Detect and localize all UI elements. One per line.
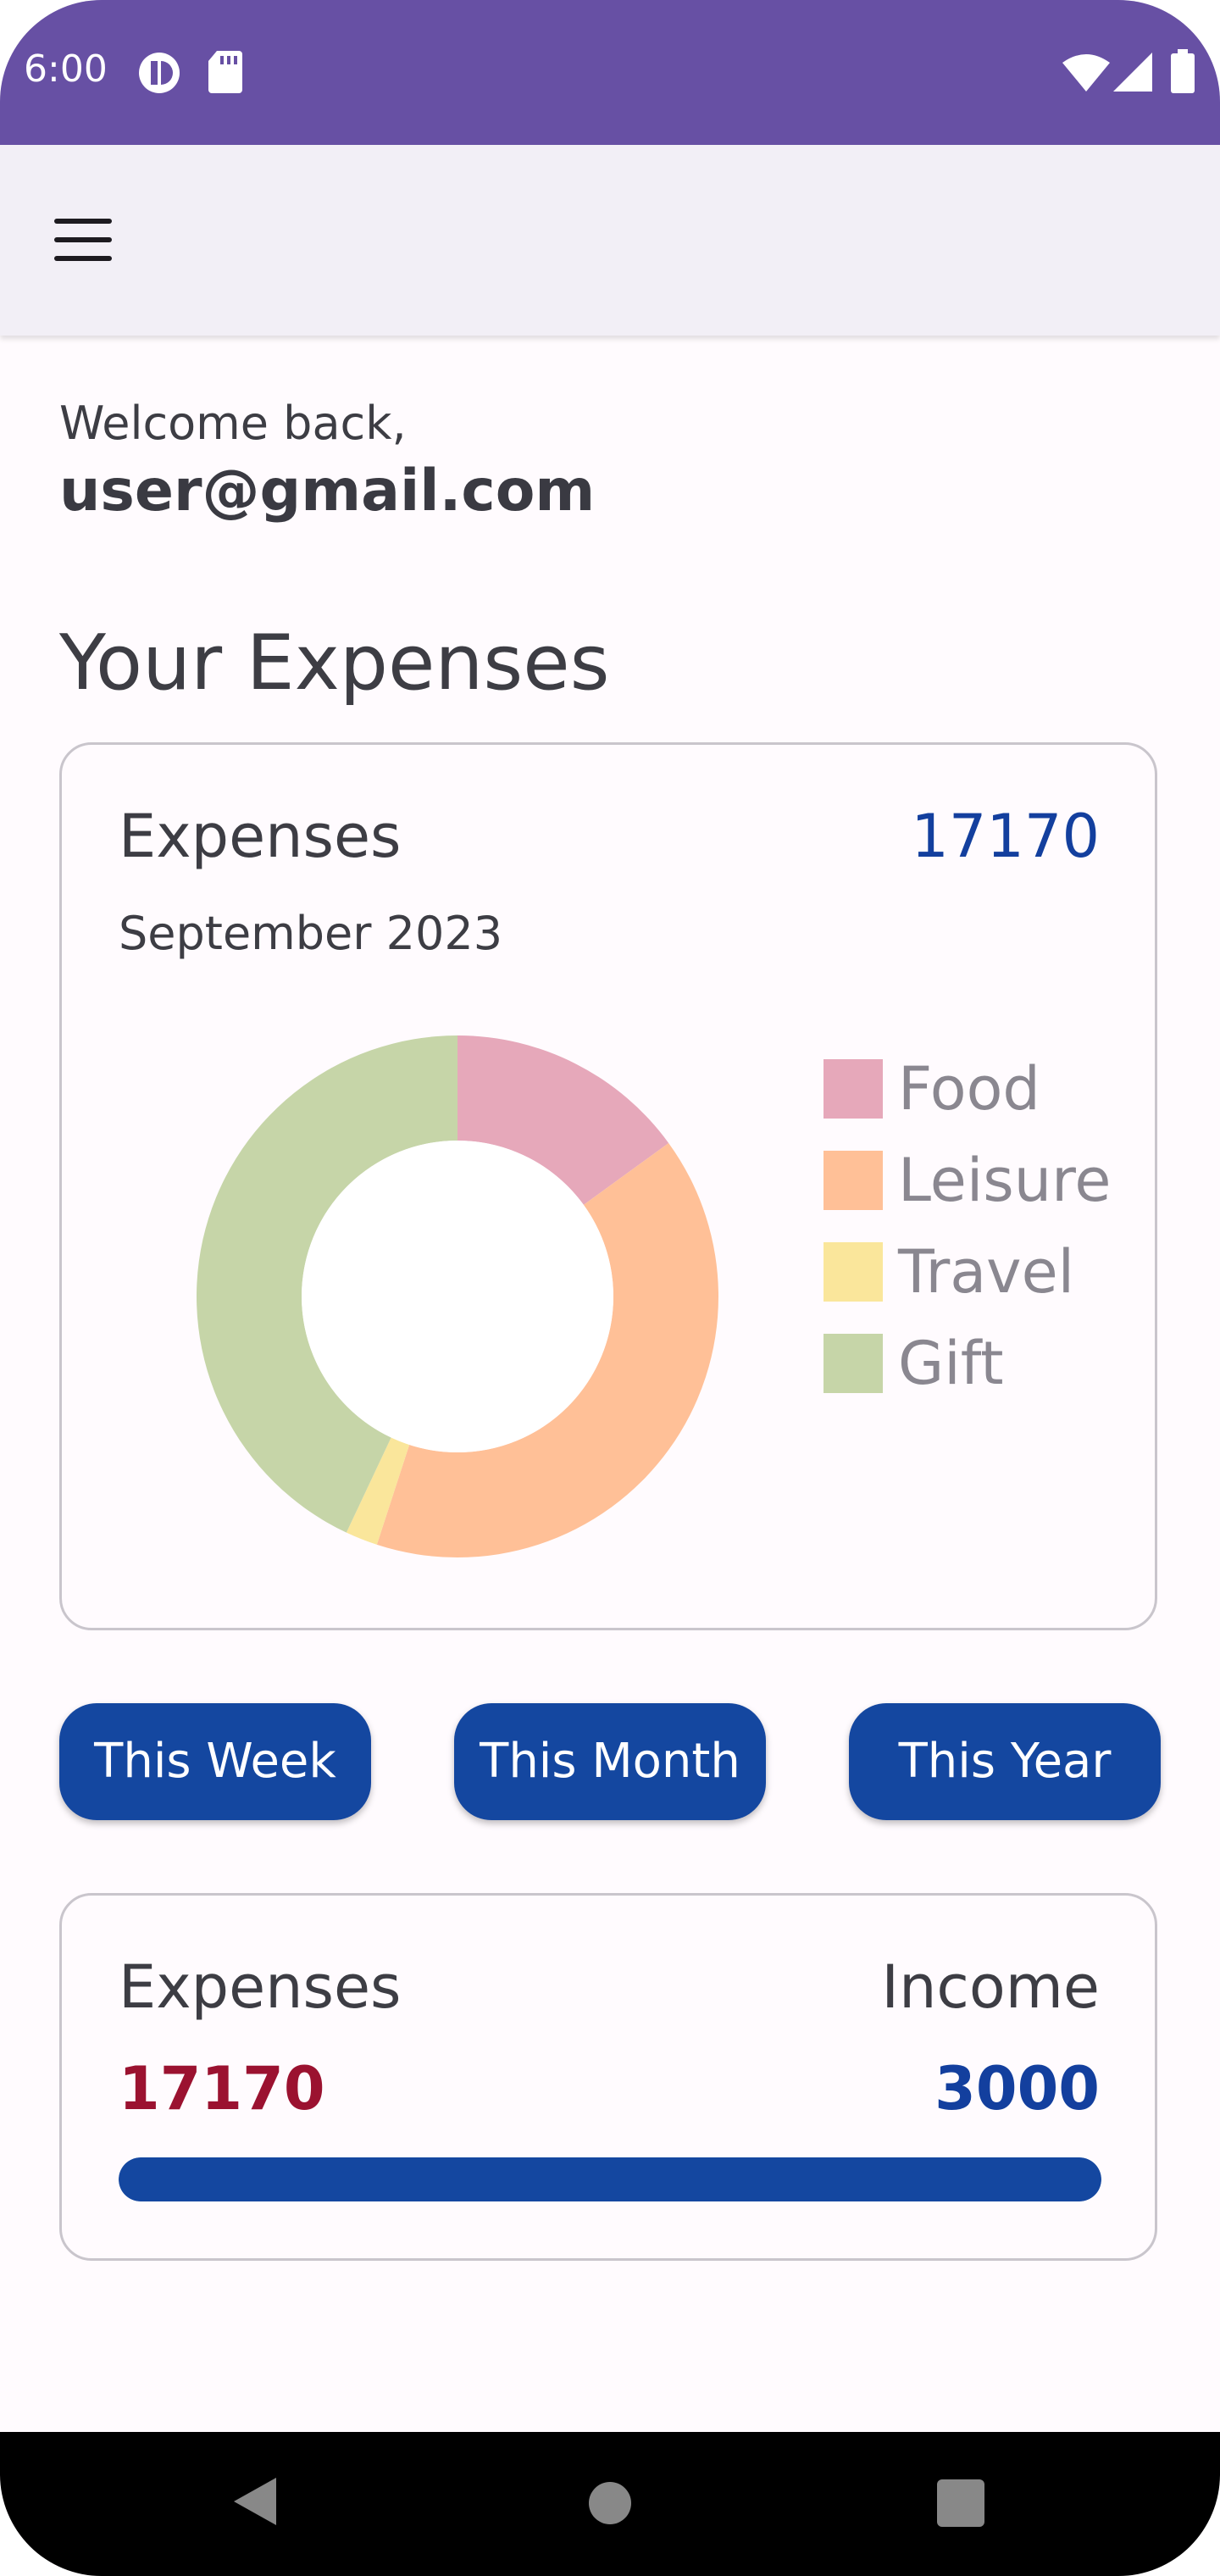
system-navigation-bar (0, 2432, 1220, 2576)
expenses-label: Expenses (119, 802, 402, 871)
hamburger-menu-icon[interactable] (54, 219, 112, 263)
page-title: Your Expenses (59, 619, 610, 708)
status-time: 6:00 (24, 47, 108, 91)
legend-swatch (824, 1059, 883, 1119)
expense-donut-chart (196, 1035, 719, 1557)
legend-label: Leisure (898, 1146, 1112, 1215)
legend-swatch (824, 1242, 883, 1302)
this-week-button[interactable]: This Week (59, 1703, 371, 1820)
cellular-signal-icon (1113, 53, 1152, 92)
user-email: user@gmail.com (59, 458, 596, 525)
top-app-bar (0, 145, 1220, 336)
welcome-text: Welcome back, (59, 397, 407, 450)
wifi-icon (1062, 54, 1110, 92)
legend-swatch (824, 1334, 883, 1393)
sync-icon (139, 53, 180, 93)
recents-icon[interactable] (937, 2479, 984, 2527)
expenses-total: 17170 (911, 802, 1100, 871)
legend-label: Gift (898, 1329, 1004, 1398)
donut-hole (302, 1141, 613, 1452)
this-year-button[interactable]: This Year (849, 1703, 1161, 1820)
battery-icon (1171, 49, 1195, 93)
summary-income-value: 3000 (934, 2054, 1100, 2124)
home-icon[interactable] (588, 2481, 632, 2525)
legend-label: Food (898, 1054, 1040, 1124)
summary-expenses-label: Expenses (119, 1952, 402, 2022)
back-icon[interactable] (234, 2478, 276, 2525)
expense-income-progress-bar (119, 2157, 1101, 2201)
app-screen: 6:00 Welcome back, user@gmail.com Your E… (0, 0, 1220, 2576)
legend-swatch (824, 1151, 883, 1210)
summary-income-label: Income (881, 1952, 1100, 2022)
expense-period: September 2023 (119, 907, 503, 960)
progress-fill (119, 2157, 1101, 2201)
status-bar: 6:00 (0, 0, 1220, 145)
legend-label: Travel (898, 1237, 1075, 1307)
summary-expenses-value: 17170 (119, 2054, 325, 2124)
this-month-button[interactable]: This Month (454, 1703, 766, 1820)
sd-card-icon (208, 51, 242, 93)
